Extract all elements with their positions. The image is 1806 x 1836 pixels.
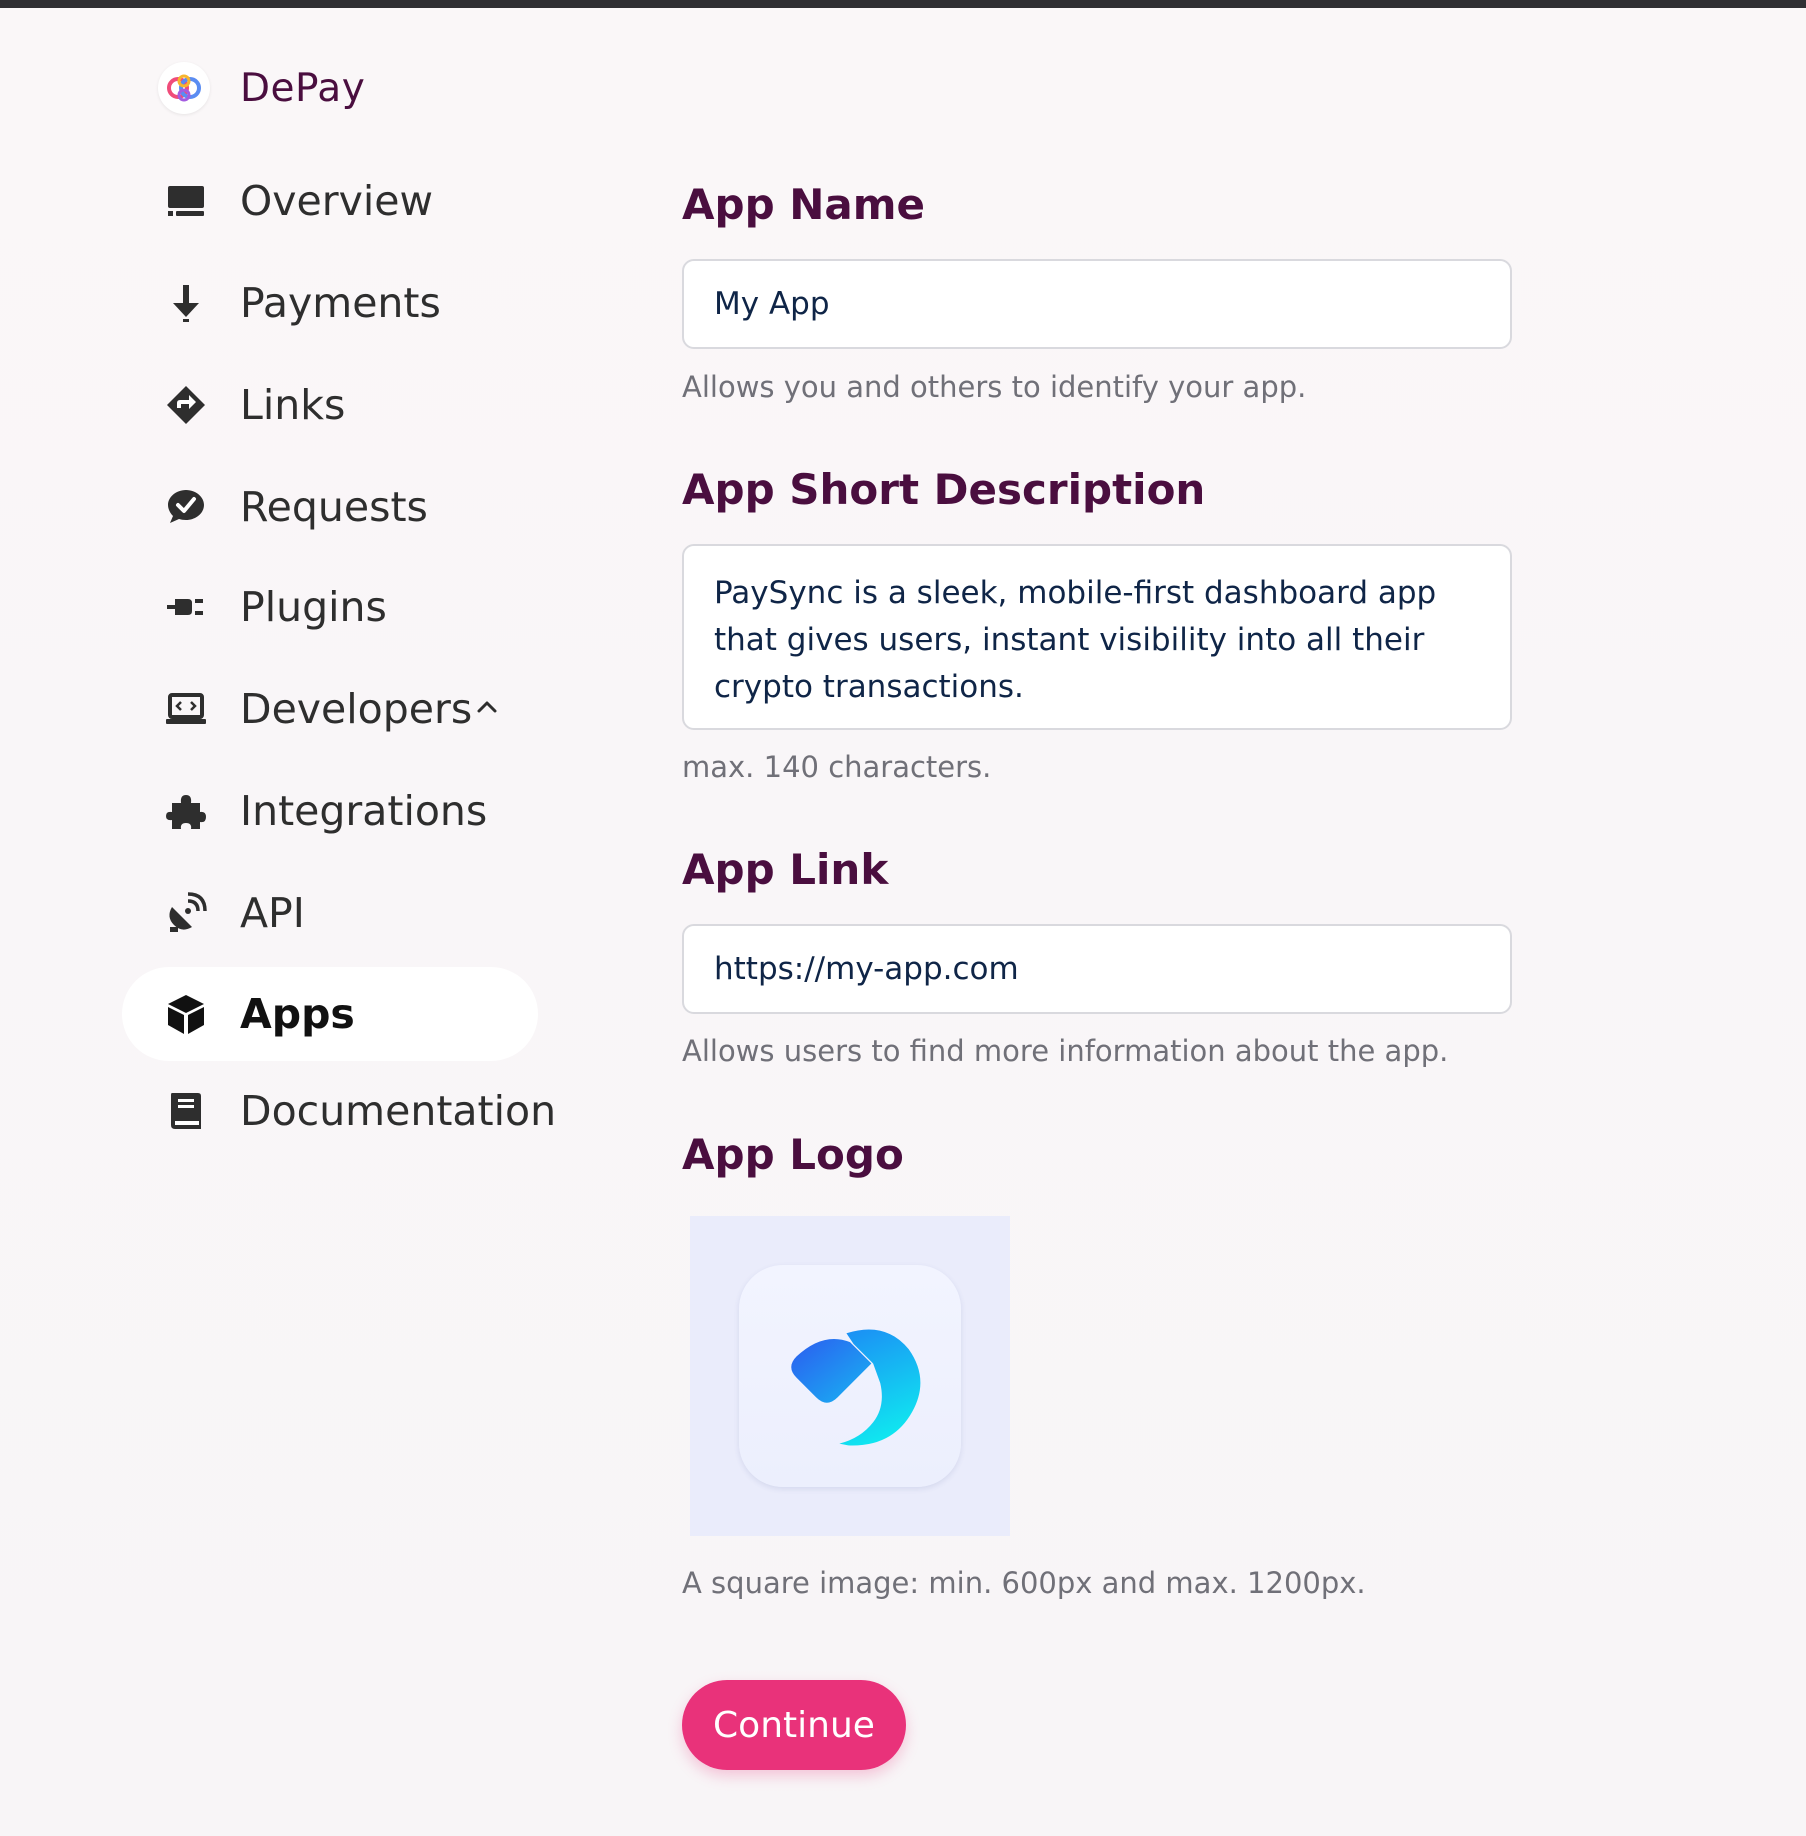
sidebar-item-overview[interactable]: Overview <box>122 154 538 248</box>
sidebar-item-label: Overview <box>240 177 434 225</box>
app-description-textarea[interactable]: PaySync is a sleek, mobile-first dashboa… <box>682 544 1512 730</box>
brand[interactable]: DePay <box>158 60 365 116</box>
app-logo-upload[interactable] <box>690 1216 1010 1536</box>
plug-icon <box>162 583 210 631</box>
sidebar-item-label: Documentation <box>240 1087 557 1135</box>
sidebar-item-label: Requests <box>240 483 428 531</box>
sidebar-item-documentation[interactable]: Documentation <box>122 1064 556 1158</box>
app-description-title: App Short Description <box>682 465 1206 514</box>
arrow-down-icon <box>162 279 210 327</box>
book-icon <box>162 1087 210 1135</box>
satellite-dish-icon <box>162 889 210 937</box>
sidebar-item-label: API <box>240 889 305 937</box>
laptop-code-icon <box>162 685 210 733</box>
diamond-arrow-icon <box>162 381 210 429</box>
window-top-bar <box>0 0 1806 8</box>
app-name-hint: Allows you and others to identify your a… <box>682 370 1307 404</box>
cube-icon <box>162 990 210 1038</box>
app-logo-hint: A square image: min. 600px and max. 1200… <box>682 1566 1366 1600</box>
sidebar-item-label: Plugins <box>240 583 387 631</box>
app-logo-title: App Logo <box>682 1130 904 1179</box>
sidebar-item-label: Payments <box>240 279 441 327</box>
sidebar-item-payments[interactable]: Payments <box>122 256 538 350</box>
sidebar-item-integrations[interactable]: Integrations <box>122 764 538 858</box>
sidebar-item-label: Links <box>240 381 346 429</box>
chevron-up-icon[interactable] <box>472 692 502 722</box>
swoosh-logo-icon <box>791 1329 921 1446</box>
continue-button[interactable]: Continue <box>682 1680 906 1770</box>
chat-check-icon <box>162 483 210 531</box>
sidebar-item-label: Integrations <box>240 787 488 835</box>
sidebar-item-developers[interactable]: Developers <box>122 662 538 756</box>
sidebar-item-label: Developers <box>240 685 473 733</box>
sidebar-item-plugins[interactable]: Plugins <box>122 560 538 654</box>
sidebar-item-label: Apps <box>240 990 355 1038</box>
app-name-input[interactable] <box>682 259 1512 349</box>
depay-logo-icon <box>158 62 210 114</box>
puzzle-icon <box>162 787 210 835</box>
brand-name: DePay <box>240 65 366 111</box>
app-description-hint: max. 140 characters. <box>682 750 992 784</box>
app-link-title: App Link <box>682 845 889 894</box>
app-name-title: App Name <box>682 180 925 229</box>
sidebar-item-apps[interactable]: Apps <box>122 967 538 1061</box>
app-link-input[interactable] <box>682 924 1512 1014</box>
sidebar-item-requests[interactable]: Requests <box>122 460 538 554</box>
app-logo-image <box>739 1265 961 1487</box>
sidebar-item-links[interactable]: Links <box>122 358 538 452</box>
monitor-icon <box>162 177 210 225</box>
app-link-hint: Allows users to find more information ab… <box>682 1034 1449 1068</box>
sidebar-item-api[interactable]: API <box>122 866 538 960</box>
